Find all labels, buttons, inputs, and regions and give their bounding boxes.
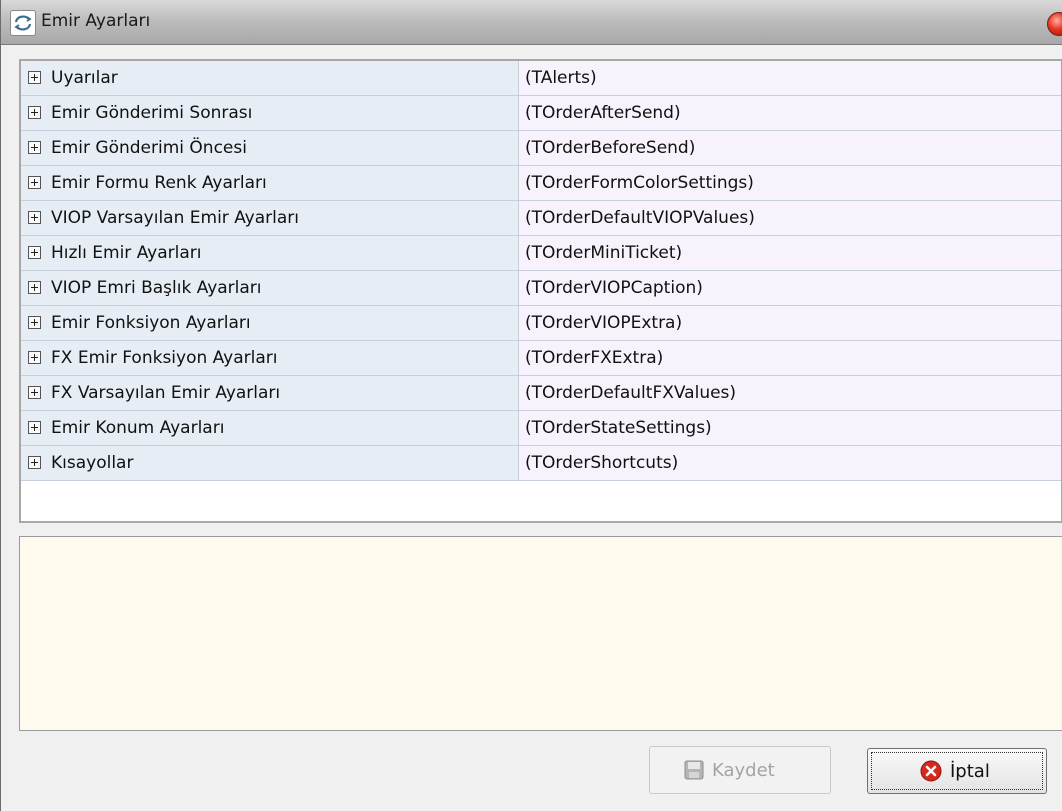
- expand-plus-icon[interactable]: [28, 281, 41, 294]
- property-value: (TAlerts): [525, 68, 597, 88]
- property-value-cell[interactable]: (TOrderStateSettings): [519, 411, 1061, 446]
- property-value: (TOrderDefaultVIOPValues): [525, 208, 755, 228]
- property-value: (TOrderFXExtra): [525, 348, 664, 368]
- app-logo-icon: [10, 10, 36, 36]
- grid-row[interactable]: Emir Gönderimi Sonrası (TOrderAfterSend): [21, 96, 1061, 131]
- grid-row[interactable]: FX Varsayılan Emir Ayarları (TOrderDefaul…: [21, 376, 1061, 411]
- property-value: (TOrderMiniTicket): [525, 243, 683, 263]
- property-name-cell[interactable]: Uyarılar: [21, 61, 519, 96]
- expand-plus-icon[interactable]: [28, 316, 41, 329]
- close-icon[interactable]: [1047, 12, 1062, 36]
- cancel-button[interactable]: İptal: [867, 748, 1047, 794]
- expand-plus-icon[interactable]: [28, 456, 41, 469]
- grid-row[interactable]: Emir Formu Renk Ayarları (TOrderFormColor…: [21, 166, 1061, 201]
- grid-row[interactable]: VIOP Emri Başlık Ayarları (TOrderVIOPCapt…: [21, 271, 1061, 306]
- property-name: Emir Fonksiyon Ayarları: [51, 313, 251, 333]
- property-name: Kısayollar: [51, 453, 134, 473]
- grid-row[interactable]: Hızlı Emir Ayarları (TOrderMiniTicket): [21, 236, 1061, 271]
- property-name-cell[interactable]: Emir Gönderimi Sonrası: [21, 96, 519, 131]
- settings-window: Emir Ayarları Uyarılar (TAlerts) Emir Gönd…: [0, 0, 1062, 811]
- property-value-cell[interactable]: (TOrderAfterSend): [519, 96, 1061, 131]
- property-value: (TOrderFormColorSettings): [525, 173, 754, 193]
- expand-plus-icon[interactable]: [28, 386, 41, 399]
- property-value: (TOrderDefaultFXValues): [525, 383, 737, 403]
- property-name: Hızlı Emir Ayarları: [51, 243, 202, 263]
- property-value: (TOrderStateSettings): [525, 418, 712, 438]
- floppy-disk-icon: [684, 760, 704, 785]
- property-name: FX Emir Fonksiyon Ayarları: [51, 348, 278, 368]
- property-value: (TOrderAfterSend): [525, 103, 681, 123]
- property-name: Uyarılar: [51, 68, 118, 88]
- property-name-cell[interactable]: Emir Konum Ayarları: [21, 411, 519, 446]
- title-bar[interactable]: Emir Ayarları: [1, 0, 1062, 45]
- property-value: (TOrderVIOPExtra): [525, 313, 683, 333]
- property-value-cell[interactable]: (TOrderShortcuts): [519, 446, 1061, 481]
- property-name: VIOP Varsayılan Emir Ayarları: [51, 208, 299, 228]
- property-name: FX Varsayılan Emir Ayarları: [51, 383, 281, 403]
- property-value: (TOrderShortcuts): [525, 453, 679, 473]
- property-name-cell[interactable]: Emir Formu Renk Ayarları: [21, 166, 519, 201]
- property-value-cell[interactable]: (TAlerts): [519, 61, 1061, 96]
- property-name-cell[interactable]: Hızlı Emir Ayarları: [21, 236, 519, 271]
- property-name-cell[interactable]: VIOP Emri Başlık Ayarları: [21, 271, 519, 306]
- property-value: (TOrderVIOPCaption): [525, 278, 703, 298]
- property-value-cell[interactable]: (TOrderFormColorSettings): [519, 166, 1061, 201]
- property-value-cell[interactable]: (TOrderBeforeSend): [519, 131, 1061, 166]
- property-value-cell[interactable]: (TOrderVIOPExtra): [519, 306, 1061, 341]
- cancel-button-label: İptal: [950, 761, 990, 782]
- grid-row[interactable]: FX Emir Fonksiyon Ayarları (TOrderFXExtra…: [21, 341, 1061, 376]
- expand-plus-icon[interactable]: [28, 351, 41, 364]
- property-name: Emir Gönderimi Sonrası: [51, 103, 253, 123]
- expand-plus-icon[interactable]: [28, 421, 41, 434]
- grid-row[interactable]: Emir Gönderimi Öncesi (TOrderBeforeSend): [21, 131, 1061, 166]
- property-name-cell[interactable]: Emir Fonksiyon Ayarları: [21, 306, 519, 341]
- property-name: Emir Formu Renk Ayarları: [51, 173, 267, 193]
- expand-plus-icon[interactable]: [28, 71, 41, 84]
- property-name-cell[interactable]: VIOP Varsayılan Emir Ayarları: [21, 201, 519, 236]
- expand-plus-icon[interactable]: [28, 176, 41, 189]
- grid-row[interactable]: Emir Konum Ayarları (TOrderStateSettings): [21, 411, 1061, 446]
- property-value-cell[interactable]: (TOrderFXExtra): [519, 341, 1061, 376]
- property-name-cell[interactable]: FX Varsayılan Emir Ayarları: [21, 376, 519, 411]
- property-value: (TOrderBeforeSend): [525, 138, 696, 158]
- expand-plus-icon[interactable]: [28, 246, 41, 259]
- grid-row[interactable]: Emir Fonksiyon Ayarları (TOrderVIOPExtra): [21, 306, 1061, 341]
- property-name-cell[interactable]: FX Emir Fonksiyon Ayarları: [21, 341, 519, 376]
- save-button[interactable]: Kaydet: [649, 746, 831, 794]
- property-name: VIOP Emri Başlık Ayarları: [51, 278, 262, 298]
- property-name-cell[interactable]: Kısayollar: [21, 446, 519, 481]
- cancel-x-icon: [920, 760, 942, 787]
- expand-plus-icon[interactable]: [28, 141, 41, 154]
- property-value-cell[interactable]: (TOrderDefaultFXValues): [519, 376, 1061, 411]
- expand-plus-icon[interactable]: [28, 211, 41, 224]
- property-value-cell[interactable]: (TOrderDefaultVIOPValues): [519, 201, 1061, 236]
- window-title: Emir Ayarları: [41, 11, 151, 31]
- property-name: Emir Konum Ayarları: [51, 418, 225, 438]
- property-value-cell[interactable]: (TOrderMiniTicket): [519, 236, 1061, 271]
- property-name-cell[interactable]: Emir Gönderimi Öncesi: [21, 131, 519, 166]
- grid-row[interactable]: Uyarılar (TAlerts): [21, 61, 1061, 96]
- grid-row[interactable]: VIOP Varsayılan Emir Ayarları (TOrderDefa…: [21, 201, 1061, 236]
- save-button-label: Kaydet: [712, 760, 775, 781]
- property-value-cell[interactable]: (TOrderVIOPCaption): [519, 271, 1061, 306]
- grid-row[interactable]: Kısayollar (TOrderShortcuts): [21, 446, 1061, 481]
- property-grid[interactable]: Uyarılar (TAlerts) Emir Gönderimi Sonrası (…: [19, 59, 1062, 523]
- description-panel: [19, 536, 1062, 731]
- expand-plus-icon[interactable]: [28, 106, 41, 119]
- property-name: Emir Gönderimi Öncesi: [51, 138, 247, 158]
